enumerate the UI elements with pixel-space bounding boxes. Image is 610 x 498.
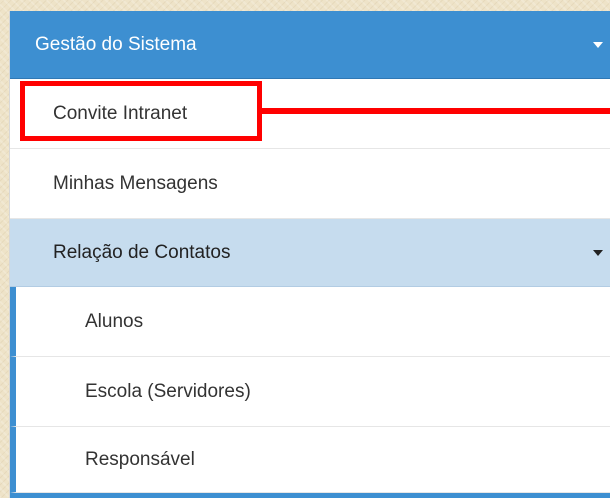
submenu-item-label: Responsável: [85, 448, 195, 470]
submenu-item-label: Escola (Servidores): [85, 380, 251, 402]
caret-down-icon: [593, 42, 603, 48]
submenu-item-label: Alunos: [85, 310, 144, 332]
menu-item-label: Minhas Mensagens: [53, 172, 218, 194]
menu-header-label: Gestão do Sistema: [35, 33, 197, 55]
caret-down-icon: [593, 250, 603, 256]
menu-item-label: Convite Intranet: [53, 102, 188, 124]
submenu-item-responsavel[interactable]: Responsável: [10, 427, 610, 493]
menu-bottom-border: [10, 493, 610, 498]
submenu-item-escola-servidores[interactable]: Escola (Servidores): [10, 357, 610, 427]
submenu-item-alunos[interactable]: Alunos: [10, 287, 610, 357]
menu-item-convite-intranet[interactable]: Convite Intranet: [10, 79, 610, 149]
side-menu: Gestão do Sistema Convite Intranet Minha…: [9, 11, 610, 498]
menu-header-gestao-do-sistema[interactable]: Gestão do Sistema: [10, 11, 610, 79]
menu-item-relacao-de-contatos[interactable]: Relação de Contatos: [10, 219, 610, 287]
menu-item-minhas-mensagens[interactable]: Minhas Mensagens: [10, 149, 610, 219]
menu-item-label: Relação de Contatos: [53, 241, 231, 263]
